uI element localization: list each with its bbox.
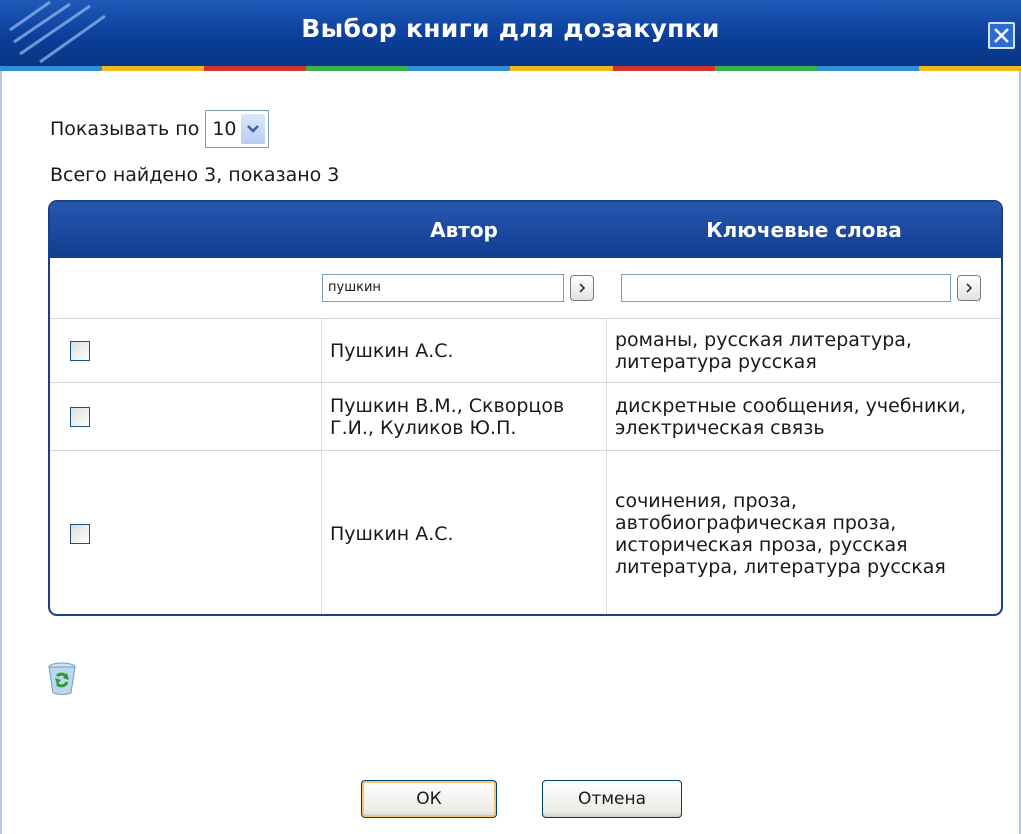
- results-summary: Всего найдено 3, показано 3: [50, 164, 340, 186]
- row-select-cell: [50, 319, 321, 382]
- page-size-row: Показывать по 10: [50, 110, 269, 148]
- row-checkbox[interactable]: [70, 406, 90, 427]
- keywords-cell: дискретные сообщения, учебники, электрич…: [615, 394, 967, 439]
- keywords-filter-input[interactable]: [621, 274, 951, 302]
- author-filter: пушкин: [321, 274, 607, 302]
- table-row[interactable]: Пушкин А.С. сочинения, проза, автобиогра…: [50, 450, 1001, 614]
- table-row[interactable]: Пушкин А.С. романы, русская литература, …: [50, 318, 1001, 382]
- page-size-label: Показывать по: [50, 118, 200, 140]
- author-filter-button[interactable]: [570, 275, 594, 301]
- filter-row: пушкин: [50, 258, 1001, 318]
- author-filter-input[interactable]: пушкин: [322, 274, 564, 302]
- column-header-select: [50, 202, 321, 258]
- ok-button[interactable]: ОК: [361, 780, 497, 818]
- title-bar: Выбор книги для дозакупки: [0, 0, 1021, 66]
- author-cell: Пушкин А.С.: [321, 451, 607, 614]
- row-select-cell: [50, 451, 321, 614]
- books-table: Автор Ключевые слова пушкин Пушкин А.С. …: [48, 200, 1003, 616]
- table-row[interactable]: Пушкин В.М., Скворцов Г.И., Куликов Ю.П.…: [50, 382, 1001, 450]
- author-cell: Пушкин А.С.: [321, 319, 607, 382]
- title-color-band: [0, 66, 1021, 71]
- keywords-filter: [607, 274, 1001, 302]
- column-header-keywords[interactable]: Ключевые слова: [607, 202, 1001, 258]
- close-button[interactable]: [988, 22, 1015, 49]
- page-size-value: 10: [212, 118, 237, 140]
- keywords-cell: романы, русская литература, литература р…: [615, 328, 912, 373]
- row-checkbox[interactable]: [70, 340, 90, 361]
- chevron-down-icon: [240, 114, 265, 144]
- page-size-select[interactable]: 10: [205, 110, 269, 148]
- keywords-cell: сочинения, проза, автобиографическая про…: [615, 489, 946, 578]
- window-border-left: [0, 71, 2, 834]
- close-icon: [994, 28, 1009, 43]
- recycle-bin-icon[interactable]: [45, 660, 79, 696]
- row-select-cell: [50, 383, 321, 450]
- table-header: Автор Ключевые слова: [50, 202, 1001, 258]
- row-checkbox[interactable]: [70, 523, 90, 544]
- chevron-right-icon: [966, 283, 973, 293]
- chevron-right-icon: [579, 283, 586, 293]
- column-header-author[interactable]: Автор: [321, 202, 607, 258]
- author-cell: Пушкин В.М., Скворцов Г.И., Куликов Ю.П.: [321, 383, 607, 450]
- keywords-filter-button[interactable]: [957, 275, 981, 301]
- dialog-title: Выбор книги для дозакупки: [301, 14, 720, 43]
- cancel-button[interactable]: Отмена: [542, 780, 682, 818]
